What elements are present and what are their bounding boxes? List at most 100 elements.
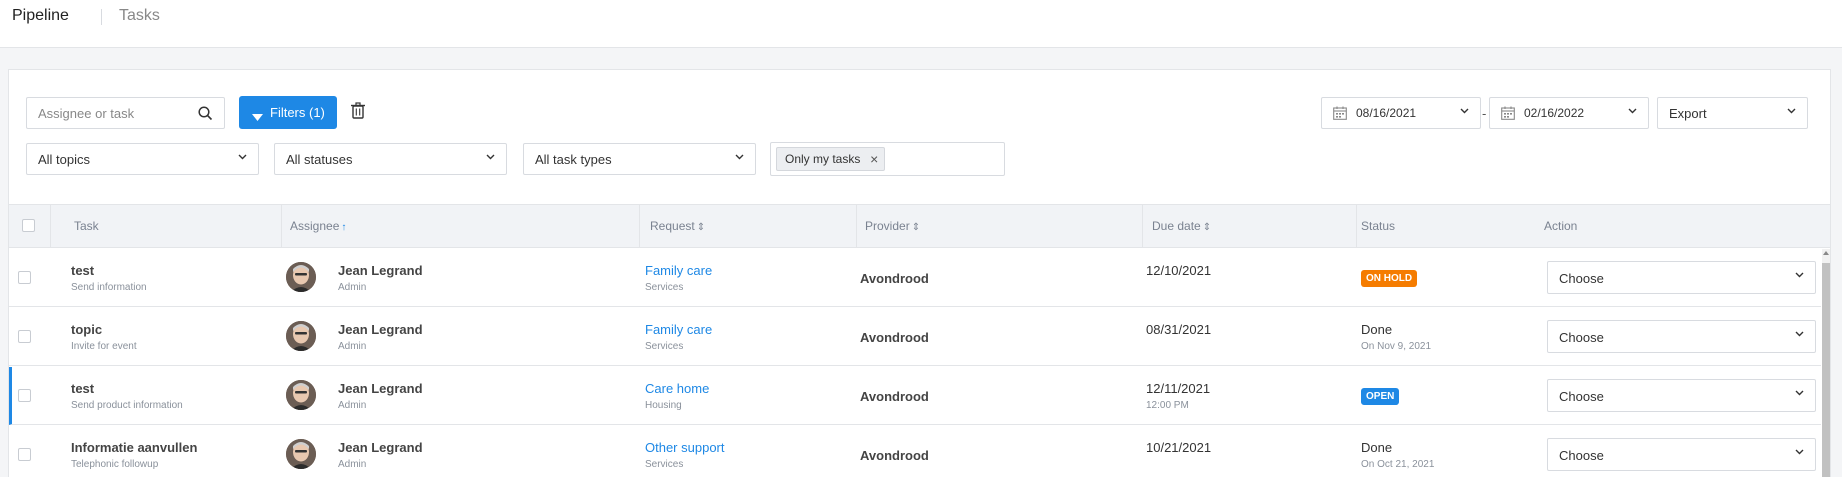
due-date: 12/10/2021 [1146, 263, 1212, 278]
request-link[interactable]: Family care [645, 322, 712, 337]
assignee-name: Jean Legrand [338, 322, 423, 337]
header-task[interactable]: Task [74, 219, 99, 233]
search-icon[interactable] [198, 106, 213, 121]
request-category: Services [645, 341, 684, 352]
select-all-checkbox[interactable] [22, 219, 35, 232]
row-checkbox[interactable] [18, 389, 31, 402]
assignee-role: Admin [338, 341, 367, 352]
action-select-value: Choose [1559, 330, 1604, 345]
request-link[interactable]: Family care [645, 263, 712, 278]
column-divider [639, 205, 640, 247]
action-select[interactable]: Choose [1547, 379, 1816, 412]
chevron-down-icon [1628, 108, 1637, 116]
action-select[interactable]: Choose [1547, 320, 1816, 353]
tag-filter-input[interactable]: Only my tasks × [770, 142, 1005, 176]
avatar [286, 262, 316, 292]
scroll-up-icon[interactable] [1823, 251, 1829, 255]
sort-icon: ⇕ [911, 222, 921, 233]
column-divider [50, 205, 51, 247]
request-link[interactable]: Other support [645, 440, 725, 455]
task-title: topic [71, 322, 103, 337]
task-subtitle: Send product information [71, 400, 183, 411]
date-to-picker[interactable]: 02/16/2022 [1489, 97, 1649, 129]
search-input[interactable]: Assignee or task [26, 97, 225, 129]
header-provider-label: Provider [865, 219, 910, 233]
action-select-value: Choose [1559, 448, 1604, 463]
top-nav: Pipeline Tasks [0, 0, 1842, 48]
filters-button[interactable]: Filters (1) [239, 96, 337, 129]
nav-pipeline[interactable]: Pipeline [12, 7, 69, 25]
table-row[interactable]: test Send information Jean Legrand Admin… [9, 249, 1821, 307]
action-select-value: Choose [1559, 271, 1604, 286]
chevron-down-icon [1795, 449, 1804, 457]
assignee-name: Jean Legrand [338, 263, 423, 278]
provider: Avondrood [860, 389, 929, 404]
statuses-select[interactable]: All statuses [274, 143, 507, 175]
action-select[interactable]: Choose [1547, 438, 1816, 471]
trash-icon[interactable] [350, 102, 366, 119]
avatar [286, 439, 316, 469]
provider: Avondrood [860, 448, 929, 463]
header-assignee[interactable]: Assignee ↑ [290, 219, 346, 233]
header-due-date[interactable]: Due date ⇕ [1152, 219, 1211, 233]
due-time: 12:00 PM [1146, 400, 1189, 411]
sort-icon: ⇕ [1202, 222, 1212, 233]
search-placeholder: Assignee or task [38, 106, 135, 121]
action-select-value: Choose [1559, 389, 1604, 404]
vertical-scrollbar[interactable] [1822, 249, 1830, 477]
task-title: test [71, 381, 95, 396]
table-row[interactable]: Informatie aanvullen Telephonic followup… [9, 426, 1821, 477]
status-text: Done [1361, 440, 1393, 455]
statuses-value: All statuses [286, 152, 353, 167]
assignee-role: Admin [338, 459, 367, 470]
status-text: Done [1361, 322, 1393, 337]
table-row[interactable]: test Send product information Jean Legra… [9, 367, 1821, 425]
due-date: 12/11/2021 [1146, 381, 1211, 396]
chevron-down-icon [1795, 331, 1804, 339]
chevron-down-icon [735, 154, 744, 162]
due-date: 10/21/2021 [1146, 440, 1212, 455]
avatar [286, 380, 316, 410]
chevron-down-icon [1787, 108, 1796, 116]
caret-down-icon [252, 109, 263, 124]
avatar [286, 321, 316, 351]
due-date: 08/31/2021 [1146, 322, 1212, 337]
row-checkbox[interactable] [18, 330, 31, 343]
date-from-value: 08/16/2021 [1356, 106, 1417, 120]
date-from-picker[interactable]: 08/16/2021 [1321, 97, 1481, 129]
status-date: On Oct 21, 2021 [1361, 459, 1435, 470]
sort-asc-icon: ↑ [341, 222, 347, 233]
tasks-panel: Assignee or task Filters (1) 08/16/2021 … [8, 69, 1831, 477]
request-link[interactable]: Care home [645, 381, 709, 396]
header-assignee-label: Assignee [290, 219, 340, 233]
scrollbar-thumb[interactable] [1822, 263, 1830, 477]
topics-value: All topics [38, 152, 91, 167]
status-date: On Nov 9, 2021 [1361, 341, 1432, 352]
task-subtitle: Telephonic followup [71, 459, 159, 470]
request-category: Housing [645, 400, 682, 411]
date-range-separator: - [1482, 106, 1487, 121]
export-dropdown[interactable]: Export [1657, 97, 1808, 129]
close-icon[interactable]: × [870, 148, 878, 170]
filters-label: Filters (1) [270, 105, 325, 120]
table-row[interactable]: topic Invite for event Jean Legrand Admi… [9, 308, 1821, 366]
assignee-role: Admin [338, 400, 367, 411]
header-action: Action [1544, 219, 1578, 233]
topics-select[interactable]: All topics [26, 143, 259, 175]
chevron-down-icon [238, 154, 247, 162]
provider: Avondrood [860, 330, 929, 345]
action-select[interactable]: Choose [1547, 261, 1816, 294]
row-checkbox[interactable] [18, 448, 31, 461]
chevron-down-icon [486, 154, 495, 162]
column-divider [1142, 205, 1143, 247]
chip-label: Only my tasks [785, 152, 861, 166]
row-checkbox[interactable] [18, 271, 31, 284]
status-badge: ON HOLD [1361, 270, 1418, 287]
task-types-select[interactable]: All task types [523, 143, 756, 175]
request-category: Services [645, 282, 684, 293]
header-provider[interactable]: Provider ⇕ [865, 219, 920, 233]
nav-tasks[interactable]: Tasks [119, 7, 160, 25]
task-title: test [71, 263, 95, 278]
sort-icon: ⇕ [696, 222, 706, 233]
header-request[interactable]: Request ⇕ [650, 219, 705, 233]
